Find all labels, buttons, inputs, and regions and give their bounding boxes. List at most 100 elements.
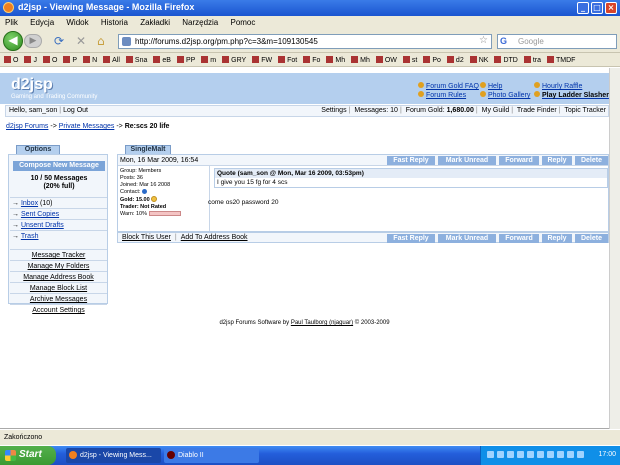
folder-inbox[interactable]: → Inbox (10) bbox=[10, 197, 107, 208]
search-input[interactable]: G Google bbox=[497, 34, 617, 49]
menu-view[interactable]: Widok bbox=[66, 18, 88, 27]
manage-address-book-link[interactable]: Manage Address Book bbox=[10, 271, 107, 282]
bookmark-item[interactable]: eB bbox=[153, 56, 171, 64]
photo-gallery-link[interactable]: Photo Gallery bbox=[480, 91, 530, 99]
bookmark-item[interactable]: d2 bbox=[446, 56, 464, 64]
account-settings-link[interactable]: Account Settings bbox=[10, 304, 107, 315]
bookmark-item[interactable]: NK bbox=[469, 56, 488, 64]
reply-button-bottom[interactable]: Reply bbox=[542, 234, 572, 243]
diablo-icon bbox=[167, 451, 175, 459]
bookmark-item[interactable]: N bbox=[83, 56, 97, 64]
gold-faq-link[interactable]: Forum Gold FAQ bbox=[418, 82, 479, 90]
minimize-button[interactable]: _ bbox=[577, 2, 589, 14]
forward-button[interactable]: ▶ bbox=[24, 34, 42, 48]
delete-button[interactable]: Delete bbox=[575, 156, 608, 165]
bookmark-item[interactable]: Fo bbox=[303, 56, 320, 64]
bookmark-favicon-icon bbox=[375, 56, 383, 63]
start-button[interactable]: Start bbox=[0, 446, 56, 465]
bookmark-item[interactable]: PP bbox=[176, 56, 195, 64]
vertical-scrollbar[interactable] bbox=[609, 68, 620, 429]
bookmark-item[interactable]: O bbox=[4, 56, 18, 64]
bookmark-item[interactable]: J bbox=[24, 56, 37, 64]
logout-link[interactable]: Log Out bbox=[63, 107, 88, 114]
site-logo[interactable]: d2jsp bbox=[11, 76, 53, 94]
footer-author-link[interactable]: Paul Taulborg (njaguar) bbox=[291, 320, 353, 326]
breadcrumb-forums[interactable]: d2jsp Forums bbox=[6, 123, 48, 130]
close-button[interactable]: × bbox=[605, 2, 617, 14]
bookmark-favicon-icon bbox=[494, 56, 502, 63]
folder-drafts[interactable]: → Unsent Drafts bbox=[10, 219, 107, 230]
mark-unread-button[interactable]: Mark Unread bbox=[438, 156, 496, 165]
url-text[interactable]: http://forums.d2jsp.org/pm.php?c=3&m=109… bbox=[135, 37, 318, 46]
author-tab[interactable]: SingleMalt bbox=[125, 145, 171, 154]
bookmark-star-icon[interactable]: ☆ bbox=[479, 35, 488, 46]
page-footer: d2jsp Forums Software by Paul Taulborg (… bbox=[219, 320, 390, 326]
home-icon[interactable]: ⌂ bbox=[97, 34, 105, 48]
page-content: d2jsp Gaming and Trading Community Forum… bbox=[0, 68, 620, 429]
folder-sent[interactable]: → Sent Copies bbox=[10, 208, 107, 219]
arrow-icon: → bbox=[12, 200, 19, 207]
bookmark-item[interactable]: FW bbox=[252, 56, 272, 64]
forward-button-msg[interactable]: Forward bbox=[499, 156, 539, 165]
my-guild-link[interactable]: My Guild bbox=[482, 107, 510, 114]
bookmark-item[interactable]: P bbox=[63, 56, 77, 64]
bookmark-item[interactable]: OW bbox=[375, 56, 397, 64]
reply-button[interactable]: Reply bbox=[542, 156, 572, 165]
bookmark-item[interactable]: O bbox=[42, 56, 57, 64]
bookmark-item[interactable]: Po bbox=[423, 56, 441, 64]
bookmark-item[interactable]: DTD bbox=[494, 56, 518, 64]
settings-link[interactable]: Settings bbox=[321, 107, 346, 114]
manage-block-list-link[interactable]: Manage Block List bbox=[10, 282, 107, 293]
bookmark-item[interactable]: All bbox=[103, 56, 120, 64]
breadcrumb-subject: Re:scs 20 life bbox=[124, 123, 170, 130]
message-tracker-link[interactable]: Message Tracker bbox=[10, 249, 107, 260]
ladder-slasher-link[interactable]: Play Ladder Slasher bbox=[534, 91, 609, 99]
bookmark-favicon-icon bbox=[523, 56, 531, 63]
contact-icon[interactable] bbox=[142, 189, 148, 194]
menu-history[interactable]: Historia bbox=[101, 18, 128, 27]
topic-tracker-link[interactable]: Topic Tracker bbox=[564, 107, 606, 114]
compose-button[interactable]: Compose New Message bbox=[13, 161, 105, 171]
block-user-link[interactable]: Block This User bbox=[122, 234, 171, 241]
bookmark-item[interactable]: st bbox=[402, 56, 417, 64]
bookmark-item[interactable]: Sna bbox=[125, 56, 147, 64]
fast-reply-button[interactable]: Fast Reply bbox=[387, 156, 435, 165]
help-icon bbox=[480, 82, 486, 88]
menu-bookmarks[interactable]: Zakładki bbox=[140, 18, 170, 27]
bookmark-item[interactable]: m bbox=[201, 56, 216, 64]
menu-edit[interactable]: Edycja bbox=[30, 18, 54, 27]
messages-link[interactable]: Messages: 10 bbox=[354, 107, 398, 114]
forum-gold-link[interactable]: Forum Gold: 1,680.00 bbox=[406, 107, 474, 114]
maximize-button[interactable]: □ bbox=[591, 2, 603, 14]
bookmark-item[interactable]: tra bbox=[523, 56, 541, 64]
reload-icon[interactable]: ⟳ bbox=[54, 34, 64, 48]
manage-folders-link[interactable]: Manage My Folders bbox=[10, 260, 107, 271]
back-button[interactable]: ◀ bbox=[3, 31, 23, 51]
archive-messages-link[interactable]: Archive Messages bbox=[10, 293, 107, 304]
bookmark-item[interactable]: Mh bbox=[351, 56, 370, 64]
bookmark-item[interactable]: Mh bbox=[326, 56, 345, 64]
forum-rules-link[interactable]: Forum Rules bbox=[418, 91, 466, 99]
taskbar-item-diablo[interactable]: Diablo II bbox=[164, 448, 259, 463]
mark-unread-button-bottom[interactable]: Mark Unread bbox=[438, 234, 496, 243]
delete-button-bottom[interactable]: Delete bbox=[575, 234, 608, 243]
url-bar[interactable]: http://forums.d2jsp.org/pm.php?c=3&m=109… bbox=[118, 34, 492, 49]
menu-help[interactable]: Pomoc bbox=[230, 18, 255, 27]
help-link[interactable]: Help bbox=[480, 82, 502, 90]
menu-file[interactable]: Plik bbox=[5, 18, 18, 27]
stop-icon[interactable]: ✕ bbox=[76, 34, 86, 48]
folder-trash[interactable]: → Trash bbox=[10, 230, 107, 241]
menu-tools[interactable]: Narzędzia bbox=[182, 18, 218, 27]
forward-button-bottom[interactable]: Forward bbox=[499, 234, 539, 243]
fast-reply-button-bottom[interactable]: Fast Reply bbox=[387, 234, 435, 243]
trade-finder-link[interactable]: Trade Finder bbox=[517, 107, 557, 114]
greeting: Hello, sam_son bbox=[9, 107, 58, 114]
bookmark-item[interactable]: TMDF bbox=[547, 56, 575, 64]
bookmark-item[interactable]: GRY bbox=[222, 56, 246, 64]
taskbar-item-firefox[interactable]: d2jsp - Viewing Mess... bbox=[66, 448, 161, 463]
add-to-address-book-link[interactable]: Add To Address Book bbox=[181, 234, 248, 241]
breadcrumb-private-messages[interactable]: Private Messages bbox=[59, 123, 115, 130]
bookmark-item[interactable]: Fot bbox=[278, 56, 297, 64]
hourly-raffle-link[interactable]: Hourly Raffle bbox=[534, 82, 582, 90]
sword-icon bbox=[534, 91, 540, 97]
